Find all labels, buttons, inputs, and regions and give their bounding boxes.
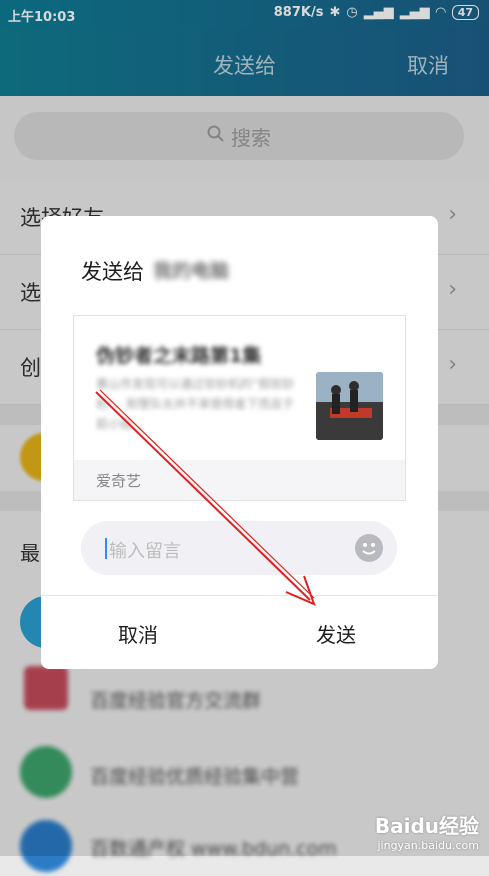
annotation-arrow — [95, 389, 316, 606]
watermark-url: jingyan.baidu.com — [377, 839, 479, 852]
watermark: Baidu经验 jingyan.baidu.com — [375, 810, 479, 852]
watermark-logo: Baidu经验 — [374, 814, 479, 838]
